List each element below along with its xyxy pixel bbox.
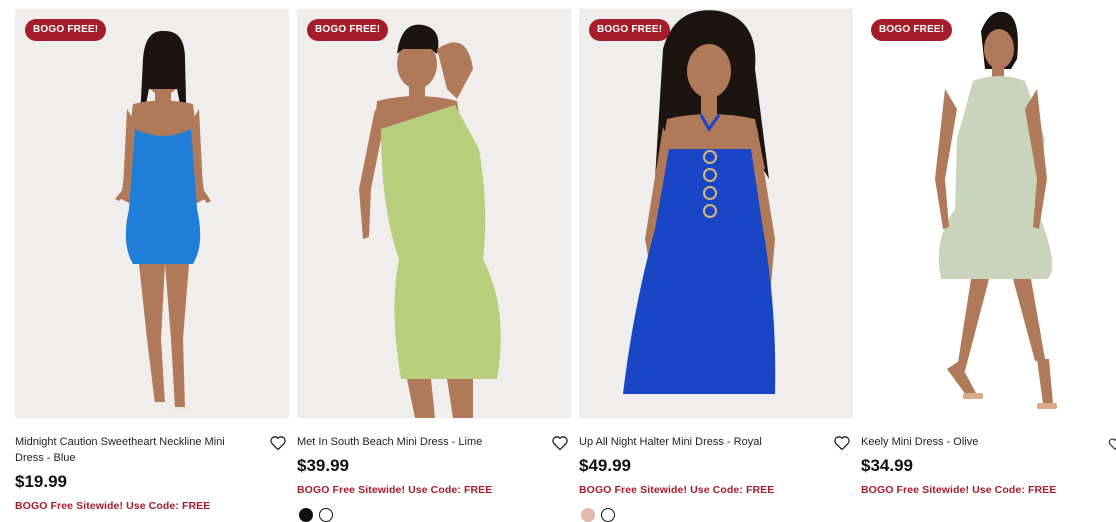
product-price: $39.99 <box>297 456 349 475</box>
heart-icon[interactable] <box>833 435 851 451</box>
promo-text: BOGO Free Sitewide! Use Code: FREE <box>15 500 211 512</box>
product-card[interactable]: BOGO FREE! Up All Night Halter Mini Dres… <box>579 9 853 512</box>
model-photo <box>935 11 1057 409</box>
model-photo <box>115 30 211 412</box>
swatch-nude[interactable] <box>581 508 595 522</box>
swatch-outline[interactable] <box>319 508 333 522</box>
product-grid: BOGO FREE! Midnight Caution Sweetheart N… <box>15 9 1116 512</box>
model-photo <box>359 24 501 418</box>
product-image[interactable]: BOGO FREE! <box>15 9 289 418</box>
product-info: Up All Night Halter Mini Dress - Royal $… <box>579 418 853 496</box>
heart-icon[interactable] <box>1108 436 1116 452</box>
heart-icon[interactable] <box>551 435 569 451</box>
bogo-badge: BOGO FREE! <box>307 19 389 41</box>
product-card[interactable]: BOGO FREE! Met In South Beach Mini Dress… <box>297 9 571 512</box>
promo-text: BOGO Free Sitewide! Use Code: FREE <box>579 484 775 496</box>
product-title[interactable]: Keely Mini Dress - Olive <box>861 434 1096 450</box>
product-image[interactable]: BOGO FREE! <box>861 9 1116 418</box>
product-info: Keely Mini Dress - Olive $34.99 BOGO Fre… <box>861 418 1116 496</box>
bogo-badge: BOGO FREE! <box>589 19 671 41</box>
model-photo <box>623 10 776 394</box>
color-swatches <box>299 508 333 522</box>
promo-text: BOGO Free Sitewide! Use Code: FREE <box>861 484 1057 496</box>
swatch-black[interactable] <box>299 508 313 522</box>
bogo-badge: BOGO FREE! <box>25 19 107 41</box>
product-info: Midnight Caution Sweetheart Neckline Min… <box>15 418 289 512</box>
product-price: $49.99 <box>579 456 631 475</box>
product-card[interactable]: BOGO FREE! Keely Mini Dress - Olive $34.… <box>861 9 1116 512</box>
product-title[interactable]: Up All Night Halter Mini Dress - Royal <box>579 434 814 450</box>
product-card[interactable]: BOGO FREE! Midnight Caution Sweetheart N… <box>15 9 289 512</box>
promo-text: BOGO Free Sitewide! Use Code: FREE <box>297 484 493 496</box>
product-info: Met In South Beach Mini Dress - Lime $39… <box>297 418 571 496</box>
product-title[interactable]: Met In South Beach Mini Dress - Lime <box>297 434 532 450</box>
product-image[interactable]: BOGO FREE! <box>297 9 571 418</box>
product-price: $19.99 <box>15 472 67 491</box>
product-title[interactable]: Midnight Caution Sweetheart Neckline Min… <box>15 434 250 466</box>
product-price: $34.99 <box>861 456 913 475</box>
color-swatches <box>581 508 615 522</box>
bogo-badge: BOGO FREE! <box>871 19 953 41</box>
swatch-outline[interactable] <box>601 508 615 522</box>
product-image[interactable]: BOGO FREE! <box>579 9 853 418</box>
heart-icon[interactable] <box>269 435 287 451</box>
